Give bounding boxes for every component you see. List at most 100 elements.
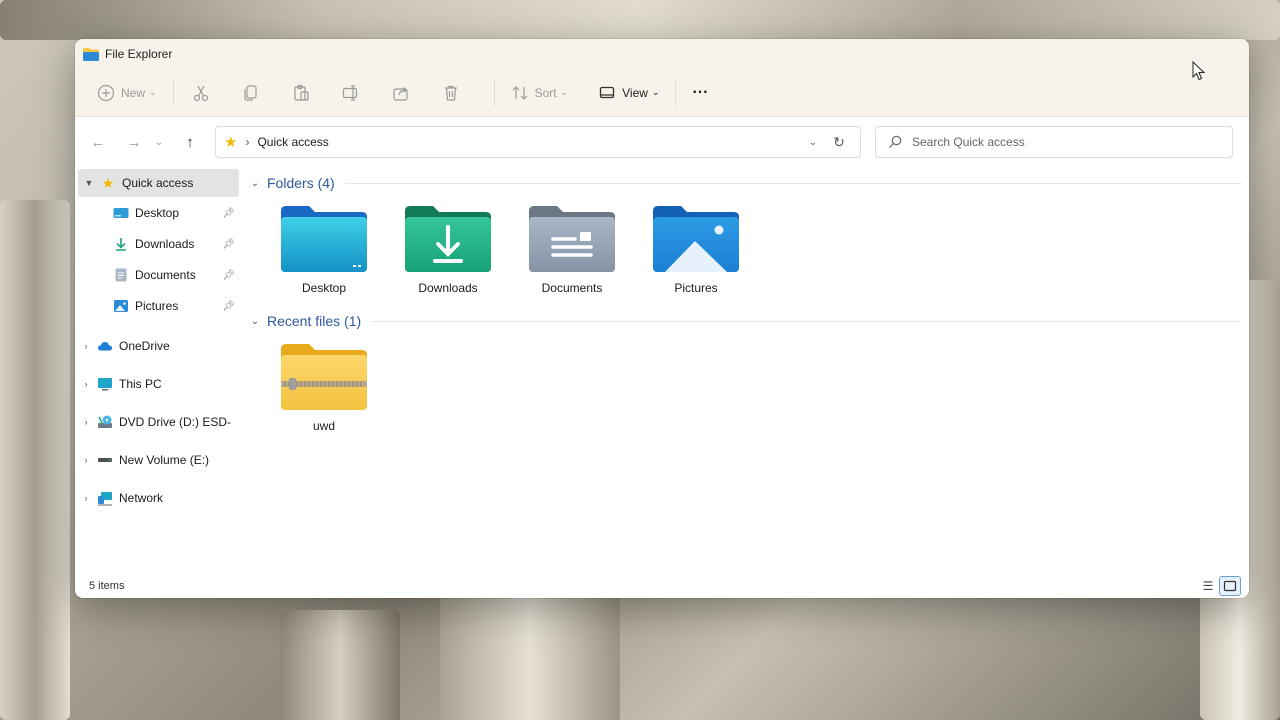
desktop-folder-icon [281,206,367,272]
tile-label: uwd [312,419,335,433]
chevron-down-icon: ⌄ [560,87,569,97]
search-box[interactable] [875,126,1233,158]
documents-icon [113,267,129,283]
sidebar-item-onedrive[interactable]: › OneDrive [75,327,239,365]
more-options-button[interactable]: ··· [686,77,714,109]
scissors-icon [193,85,208,101]
new-button[interactable]: New ⌄ [91,77,163,109]
chevron-right-icon[interactable]: › [75,417,97,427]
clipboard-icon [293,84,309,101]
window-title: File Explorer [105,47,173,61]
copy-icon [243,84,257,101]
recent-files-grid: uwd [247,335,1241,445]
rename-icon [342,84,357,101]
details-view-button[interactable]: ☰ [1197,576,1219,596]
rename-button[interactable] [334,77,368,109]
chevron-right-icon[interactable]: › [75,341,97,351]
list-icon: ☰ [1202,579,1214,593]
sidebar-item-this-pc[interactable]: › This PC [75,365,239,403]
star-icon: ★ [224,134,238,151]
sidebar-item-downloads[interactable]: Downloads 📌︎ [75,229,239,259]
sidebar-item-new-volume[interactable]: › New Volume (E:) [75,441,239,479]
chevron-down-icon[interactable]: ▼ [78,178,100,188]
large-icons-view-button[interactable] [1219,576,1241,596]
sidebar-item-label: Pictures [135,299,179,313]
network-icon [97,490,113,506]
chevron-right-icon[interactable]: › [75,455,97,465]
share-icon [392,86,408,101]
pictures-folder-icon [653,206,739,272]
folders-grid: Desktop Downloads Documents Pictures [247,197,1241,307]
sidebar-item-documents[interactable]: Documents 📌︎ [75,260,239,290]
view-button[interactable]: View ⌄ [592,77,665,109]
arrow-up-icon: ↑ [186,133,194,151]
address-bar[interactable]: ★ › Quick access ⌄ ↻ [215,126,861,158]
refresh-button[interactable]: ↻ [826,134,852,151]
chevron-down-icon: ⌄ [154,136,164,148]
forward-button[interactable]: → [119,127,149,157]
chevron-down-icon: ⌄ [149,87,157,97]
dvd-icon [97,414,113,430]
sidebar-item-label: Desktop [135,206,180,220]
sidebar-item-pictures[interactable]: Pictures 📌︎ [75,291,239,321]
pin-icon: 📌︎ [222,207,235,219]
sidebar-item-label: New Volume (E:) [119,453,210,467]
sidebar-item-quick-access[interactable]: ▼ ★ Quick access [78,169,239,197]
pictures-icon [113,298,129,314]
share-button[interactable] [384,77,418,109]
folder-tile-desktop[interactable]: Desktop [263,197,385,307]
recent-files-group-header[interactable]: ⌄ Recent files (1) [247,307,1241,335]
sidebar-item-label: Documents [135,268,196,282]
tile-label: Documents [541,281,603,295]
back-button[interactable]: ← [83,127,113,157]
toolbar-divider [493,79,495,106]
sort-button[interactable]: Sort ⌄ [505,77,575,109]
chevron-down-icon: ⌄ [651,87,660,97]
new-label: New [121,85,146,100]
chevron-down-icon[interactable]: ⌄ [247,316,263,327]
paste-button[interactable] [284,77,318,109]
desktop-icon [113,205,129,221]
divider [344,182,1241,184]
delete-button[interactable] [434,77,468,109]
cut-button[interactable] [184,77,218,109]
chevron-down-icon[interactable]: ⌄ [247,178,263,189]
copy-button[interactable] [234,77,268,109]
sidebar-item-desktop[interactable]: Desktop 📌︎ [75,198,239,228]
downloads-folder-icon [405,206,491,272]
folders-group-header[interactable]: ⌄ Folders (4) [247,169,1241,197]
search-input[interactable] [912,135,1220,149]
breadcrumb[interactable]: Quick access [257,135,800,149]
toolbar-divider [675,79,677,106]
command-bar: New ⌄ Sort ⌄ View ⌄ ··· [75,69,1249,117]
sidebar-item-network[interactable]: › Network [75,479,239,517]
zip-folder-icon [281,344,367,410]
address-dropdown-button[interactable]: ⌄ [800,137,826,148]
search-icon [889,135,902,148]
folder-tile-downloads[interactable]: Downloads [387,197,509,307]
title-bar[interactable]: File Explorer [75,39,1249,69]
documents-folder-icon [529,206,615,272]
divider [371,320,1241,322]
sidebar-item-label: Quick access [122,176,194,190]
arrow-right-icon: → [126,133,142,151]
chevron-right-icon[interactable]: › [75,379,97,389]
folder-tile-documents[interactable]: Documents [511,197,633,307]
arrow-left-icon: ← [90,133,106,151]
file-list: ⌄ Folders (4) Desktop Downloads Document… [239,167,1249,567]
pin-icon: 📌︎ [222,269,235,281]
up-button[interactable]: ↑ [175,127,205,157]
folder-tile-pictures[interactable]: Pictures [635,197,757,307]
item-count: 5 items [89,580,125,592]
recent-locations-button[interactable]: ⌄ [149,127,169,157]
address-row: ← → ⌄ ↑ ★ › Quick access ⌄ ↻ [75,117,1249,167]
pin-icon: 📌︎ [222,300,235,312]
sidebar-item-label: OneDrive [119,339,170,353]
sidebar-item-label: Network [119,491,164,505]
drive-icon [97,452,113,468]
file-tile-uwd[interactable]: uwd [263,335,385,445]
ellipsis-icon: ··· [692,83,709,101]
sidebar-item-dvd-drive[interactable]: › DVD Drive (D:) ESD-I [75,403,239,441]
toolbar-divider [172,79,174,106]
chevron-right-icon[interactable]: › [75,493,97,503]
